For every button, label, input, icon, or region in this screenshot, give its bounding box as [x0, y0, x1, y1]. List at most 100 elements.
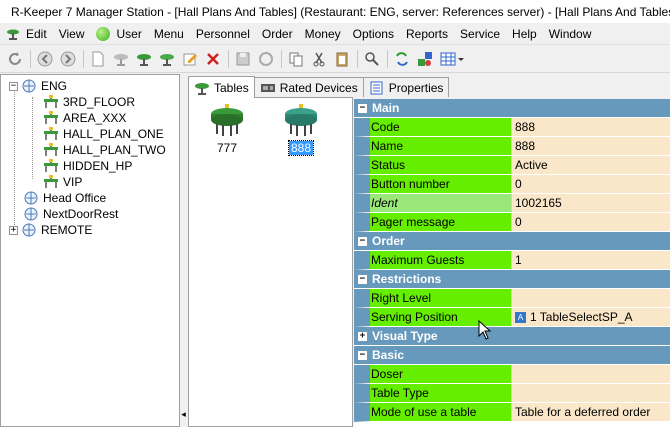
property-row[interactable]: Button number 0 — [354, 175, 670, 194]
refresh-green-icon[interactable] — [391, 48, 413, 70]
menu-help[interactable]: Help — [506, 23, 543, 45]
property-row[interactable]: Status Active — [354, 156, 670, 175]
property-value[interactable]: 888 — [511, 137, 670, 156]
tree-label: HIDDEN_HP — [63, 159, 133, 173]
property-row[interactable]: Right Level — [354, 289, 670, 308]
menu-menu[interactable]: Menu — [148, 23, 190, 45]
menu-help-label: Help — [512, 26, 537, 41]
table-777[interactable]: 777 — [207, 104, 247, 155]
find-icon[interactable] — [361, 48, 383, 70]
copy-icon[interactable] — [285, 48, 307, 70]
table-green-2-icon[interactable] — [156, 48, 178, 70]
tree-node-hall-plan[interactable]: AREA_XXX — [43, 110, 126, 126]
property-value[interactable]: 888 — [511, 118, 670, 137]
collapse-icon[interactable]: − — [358, 350, 367, 360]
devices-icon — [260, 83, 275, 92]
grid-view-icon[interactable] — [437, 48, 467, 70]
save-icon[interactable] — [232, 48, 254, 70]
property-value-with-icon[interactable]: A 1 TableSelectSP_A — [511, 308, 670, 327]
title-bar: R-Keeper 7 Manager Station - [Hall Plans… — [0, 0, 670, 23]
table-888[interactable]: 888 — [281, 104, 321, 156]
menu-window[interactable]: Window — [543, 23, 598, 45]
menu-edit[interactable]: Edit — [0, 23, 53, 45]
group-order[interactable]: − Order — [354, 232, 670, 251]
property-value[interactable]: 0 — [511, 213, 670, 232]
menu-order[interactable]: Order — [256, 23, 299, 45]
property-value[interactable]: Active — [511, 156, 670, 175]
property-row[interactable]: Pager message 0 — [354, 213, 670, 232]
property-value[interactable]: 1002165 — [511, 194, 670, 213]
table-green-icon[interactable] — [133, 48, 155, 70]
property-value[interactable]: Table for a deferred order — [511, 403, 670, 422]
group-restrictions[interactable]: − Restrictions — [354, 270, 670, 289]
expand-icon[interactable]: + — [358, 331, 367, 341]
property-value[interactable] — [511, 365, 670, 384]
property-value[interactable]: 1 — [511, 251, 670, 270]
property-row[interactable]: Mode of use a table Table for a deferred … — [354, 403, 670, 422]
collapse-icon[interactable]: − — [358, 103, 367, 113]
property-row[interactable]: Ident 1002165 — [354, 194, 670, 213]
property-value[interactable] — [511, 289, 670, 308]
edit-icon[interactable] — [179, 48, 201, 70]
back-icon[interactable] — [34, 48, 56, 70]
forward-icon[interactable] — [57, 48, 79, 70]
property-value[interactable] — [511, 384, 670, 403]
tab-tables[interactable]: Tables — [188, 76, 255, 98]
undo-icon[interactable] — [255, 48, 277, 70]
tree-node-hall-plan[interactable]: VIP — [43, 174, 82, 190]
properties-grid: − Main Code 888 Name 888 Status Active Butto… — [354, 99, 670, 427]
menu-reports[interactable]: Reports — [400, 23, 454, 45]
collapse-icon[interactable]: − — [358, 236, 367, 246]
menu-view[interactable]: View — [53, 23, 91, 45]
panel-splitter[interactable] — [180, 74, 188, 427]
collapse-icon[interactable]: − — [358, 274, 367, 284]
table-icon — [211, 104, 243, 136]
scroll-left-icon[interactable]: ◂ — [179, 404, 188, 424]
tree-label: Head Office — [43, 191, 107, 205]
tree-node-hall-plan[interactable]: HALL_PLAN_ONE — [43, 126, 164, 142]
menu-service[interactable]: Service — [454, 23, 506, 45]
tree-node-remote[interactable]: + REMOTE — [9, 222, 92, 238]
tab-rated-devices[interactable]: Rated Devices — [253, 77, 364, 97]
property-row[interactable]: Code 888 — [354, 118, 670, 137]
tree-node-head-office[interactable]: Head Office — [23, 190, 106, 206]
property-name: Maximum Guests — [371, 253, 465, 267]
tree-node-nextdoorrest[interactable]: NextDoorRest — [23, 206, 118, 222]
menu-options[interactable]: Options — [347, 23, 400, 45]
tab-label: Rated Devices — [279, 80, 358, 95]
menu-personnel[interactable]: Personnel — [190, 23, 256, 45]
tree-node-hall-plan[interactable]: HALL_PLAN_TWO — [43, 142, 166, 158]
window-title: R-Keeper 7 Manager Station - [Hall Plans… — [11, 4, 670, 19]
menu-user[interactable]: User — [90, 23, 147, 45]
hall-plan-icon — [44, 127, 58, 140]
tree-node-hall-plan[interactable]: HIDDEN_HP — [43, 158, 132, 174]
table-gray-icon[interactable] — [110, 48, 132, 70]
tree-node-hall-plan[interactable]: 3RD_FLOOR — [43, 94, 135, 110]
menu-money[interactable]: Money — [299, 23, 347, 45]
property-row[interactable]: Serving Position A 1 TableSelectSP_A — [354, 308, 670, 327]
paste-icon[interactable] — [331, 48, 353, 70]
new-document-icon[interactable] — [87, 48, 109, 70]
group-visual-type[interactable]: + Visual Type — [354, 327, 670, 346]
tree-node-eng[interactable]: − ENG — [9, 78, 67, 94]
property-name: Status — [371, 158, 406, 172]
shapes-icon[interactable] — [414, 48, 436, 70]
menu-reports-label: Reports — [405, 26, 449, 41]
expand-icon[interactable]: + — [9, 225, 18, 235]
property-row[interactable]: Maximum Guests 1 — [354, 251, 670, 270]
group-main[interactable]: − Main — [354, 99, 670, 118]
property-row[interactable]: Doser — [354, 365, 670, 384]
collapse-icon[interactable]: − — [9, 81, 18, 91]
cut-icon[interactable] — [308, 48, 330, 70]
property-row[interactable]: Name 888 — [354, 137, 670, 156]
properties-icon — [370, 81, 383, 94]
delete-icon[interactable] — [202, 48, 224, 70]
menu-edit-label: Edit — [26, 26, 47, 41]
tab-properties[interactable]: Properties — [362, 77, 450, 97]
refresh-icon[interactable] — [4, 48, 26, 70]
group-basic[interactable]: − Basic — [354, 346, 670, 365]
group-label: Visual Type — [372, 329, 438, 343]
property-row[interactable]: Table Type — [354, 384, 670, 403]
property-value[interactable]: 0 — [511, 175, 670, 194]
group-label: Restrictions — [372, 272, 442, 286]
